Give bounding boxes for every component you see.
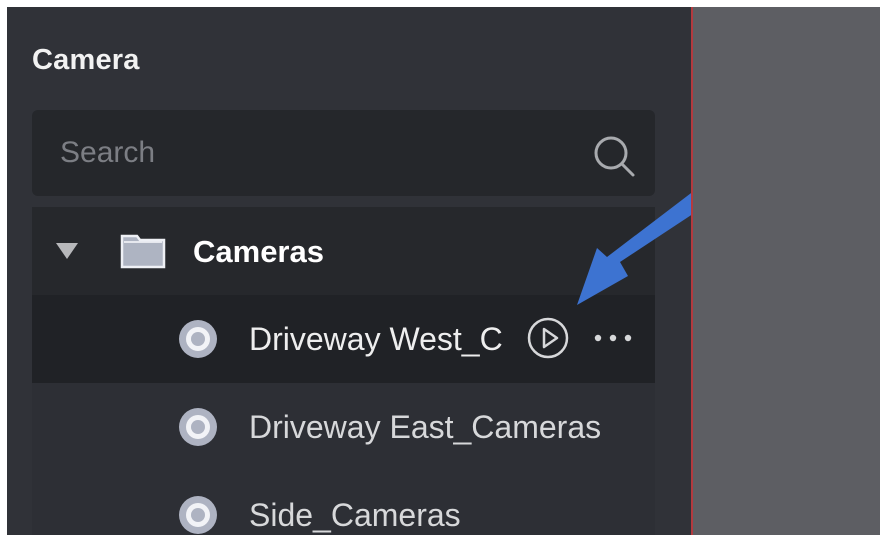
panel-title: Camera [32,44,140,76]
tree-item-side-cameras[interactable]: Side_Cameras [32,471,655,535]
search-input[interactable] [60,130,560,176]
folder-icon [120,234,166,269]
tree-group-cameras[interactable]: Cameras [32,207,655,295]
tree-item-driveway-west[interactable]: Driveway West_C [32,295,655,383]
camera-app-frame: Camera Cameras [7,7,880,535]
camera-label: Driveway West_C [249,321,503,357]
camera-icon [179,320,217,358]
camera-panel: Camera Cameras [7,7,711,535]
camera-tree: Cameras Driveway West_C Driveway East_Ca… [32,207,655,535]
camera-icon [179,496,217,534]
search-icon[interactable] [590,132,638,180]
triangle-down-icon[interactable] [55,242,79,260]
camera-icon [179,408,217,446]
more-icon[interactable] [589,324,637,352]
tree-item-driveway-east[interactable]: Driveway East_Cameras [32,383,655,471]
play-icon[interactable] [524,314,572,362]
camera-label: Driveway East_Cameras [249,409,602,445]
tree-group-label: Cameras [193,234,324,269]
search-box[interactable] [32,110,655,196]
camera-label: Side_Cameras [249,497,461,533]
video-viewport [693,7,880,535]
